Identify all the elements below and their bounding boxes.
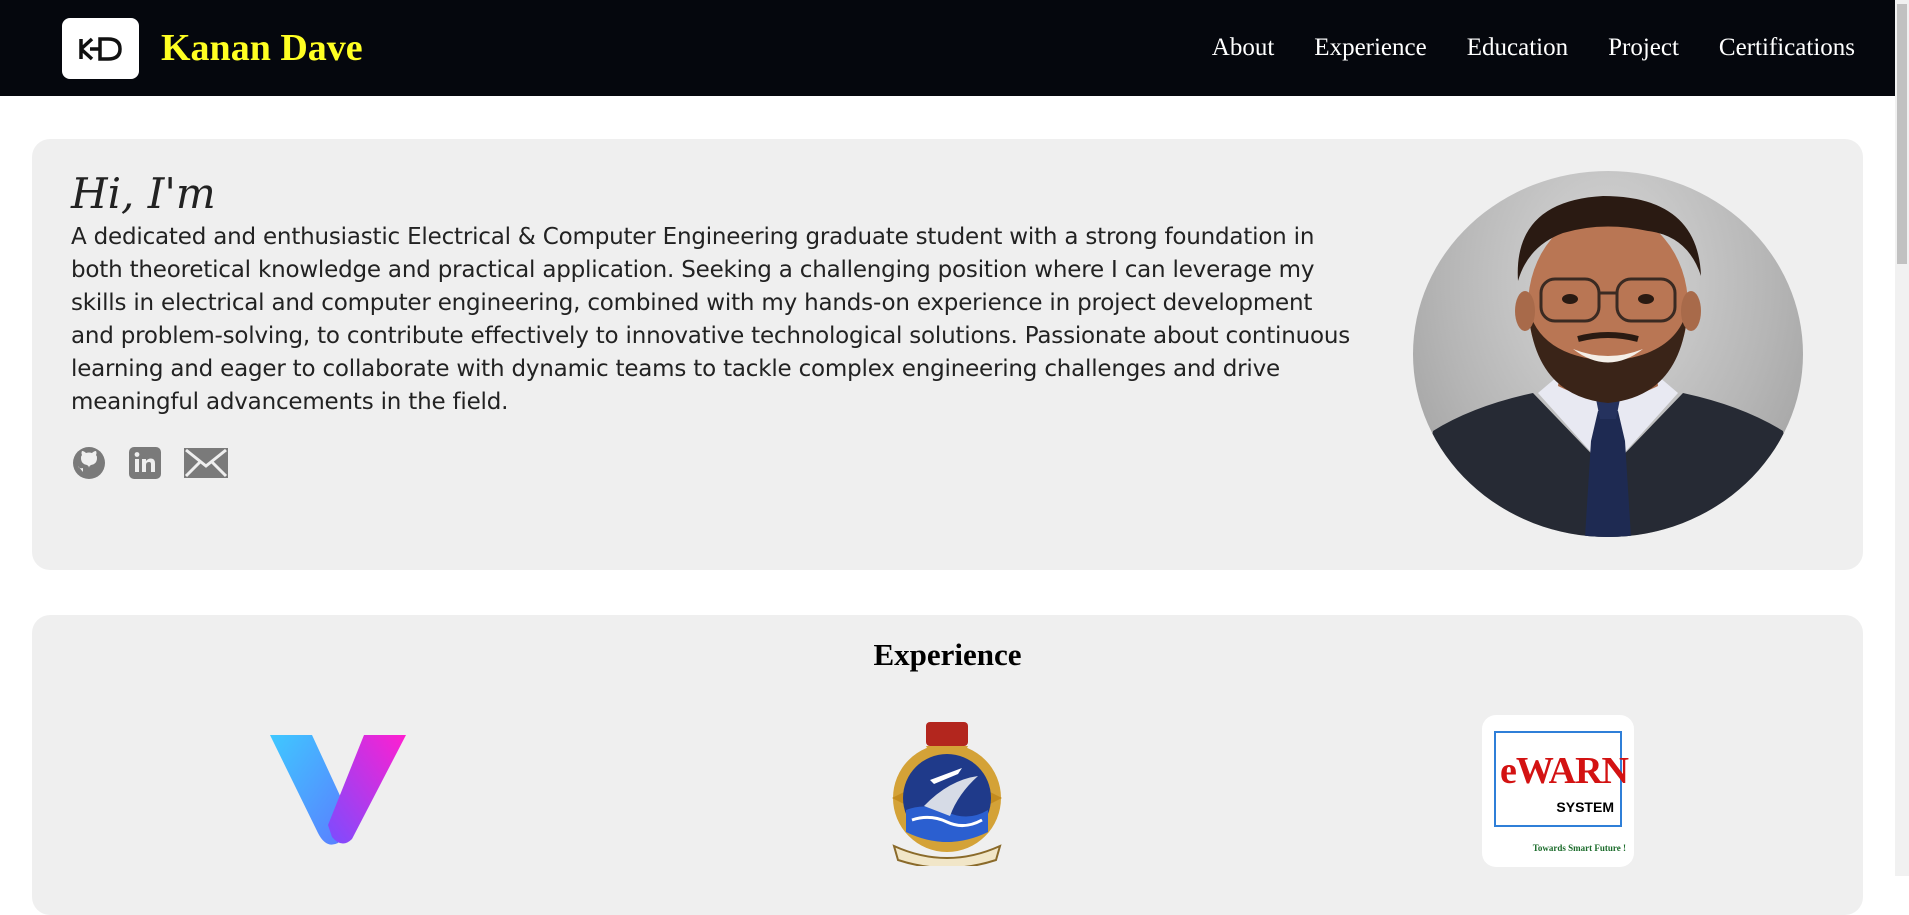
kd-logo[interactable] <box>62 18 139 79</box>
experience-section: Experience eWARN SYSTEM Towards Smart Fu… <box>32 615 1863 915</box>
v-logo[interactable] <box>268 733 408 849</box>
page-scrollbar[interactable] <box>1895 0 1909 876</box>
kd-logo-icon <box>78 36 122 61</box>
social-links <box>71 445 229 481</box>
mail-icon[interactable] <box>183 445 229 481</box>
nav-education[interactable]: Education <box>1467 28 1568 68</box>
nav-experience[interactable]: Experience <box>1314 28 1426 68</box>
linkedin-icon[interactable] <box>127 445 163 481</box>
ewarn-tagline: Towards Smart Future ! <box>1532 843 1626 853</box>
nav-project[interactable]: Project <box>1608 28 1679 68</box>
brand-name[interactable]: Kanan Dave <box>161 24 363 72</box>
github-icon[interactable] <box>71 445 107 481</box>
about-section: Hi, I'm A dedicated and enthusiastic Ele… <box>32 139 1863 570</box>
nav-certifications[interactable]: Certifications <box>1719 28 1855 68</box>
bio-text: A dedicated and enthusiastic Electrical … <box>71 224 1351 415</box>
profile-portrait-icon <box>1413 196 1803 537</box>
nav-links: About Experience Education Project Certi… <box>1212 28 1855 68</box>
experience-title: Experience <box>873 637 1022 672</box>
ewarn-logo[interactable]: eWARN SYSTEM Towards Smart Future ! <box>1482 715 1634 867</box>
ewarn-title: eWARN <box>1500 750 1629 792</box>
nav-about[interactable]: About <box>1212 28 1275 68</box>
naval-crest-logo[interactable] <box>874 720 1020 869</box>
greeting-text: Hi, I'm <box>71 169 216 218</box>
scrollbar-thumb[interactable] <box>1897 4 1907 264</box>
top-navbar: Kanan Dave About Experience Education Pr… <box>0 0 1895 96</box>
ewarn-subtitle: SYSTEM <box>1556 799 1614 815</box>
profile-photo <box>1413 171 1803 537</box>
